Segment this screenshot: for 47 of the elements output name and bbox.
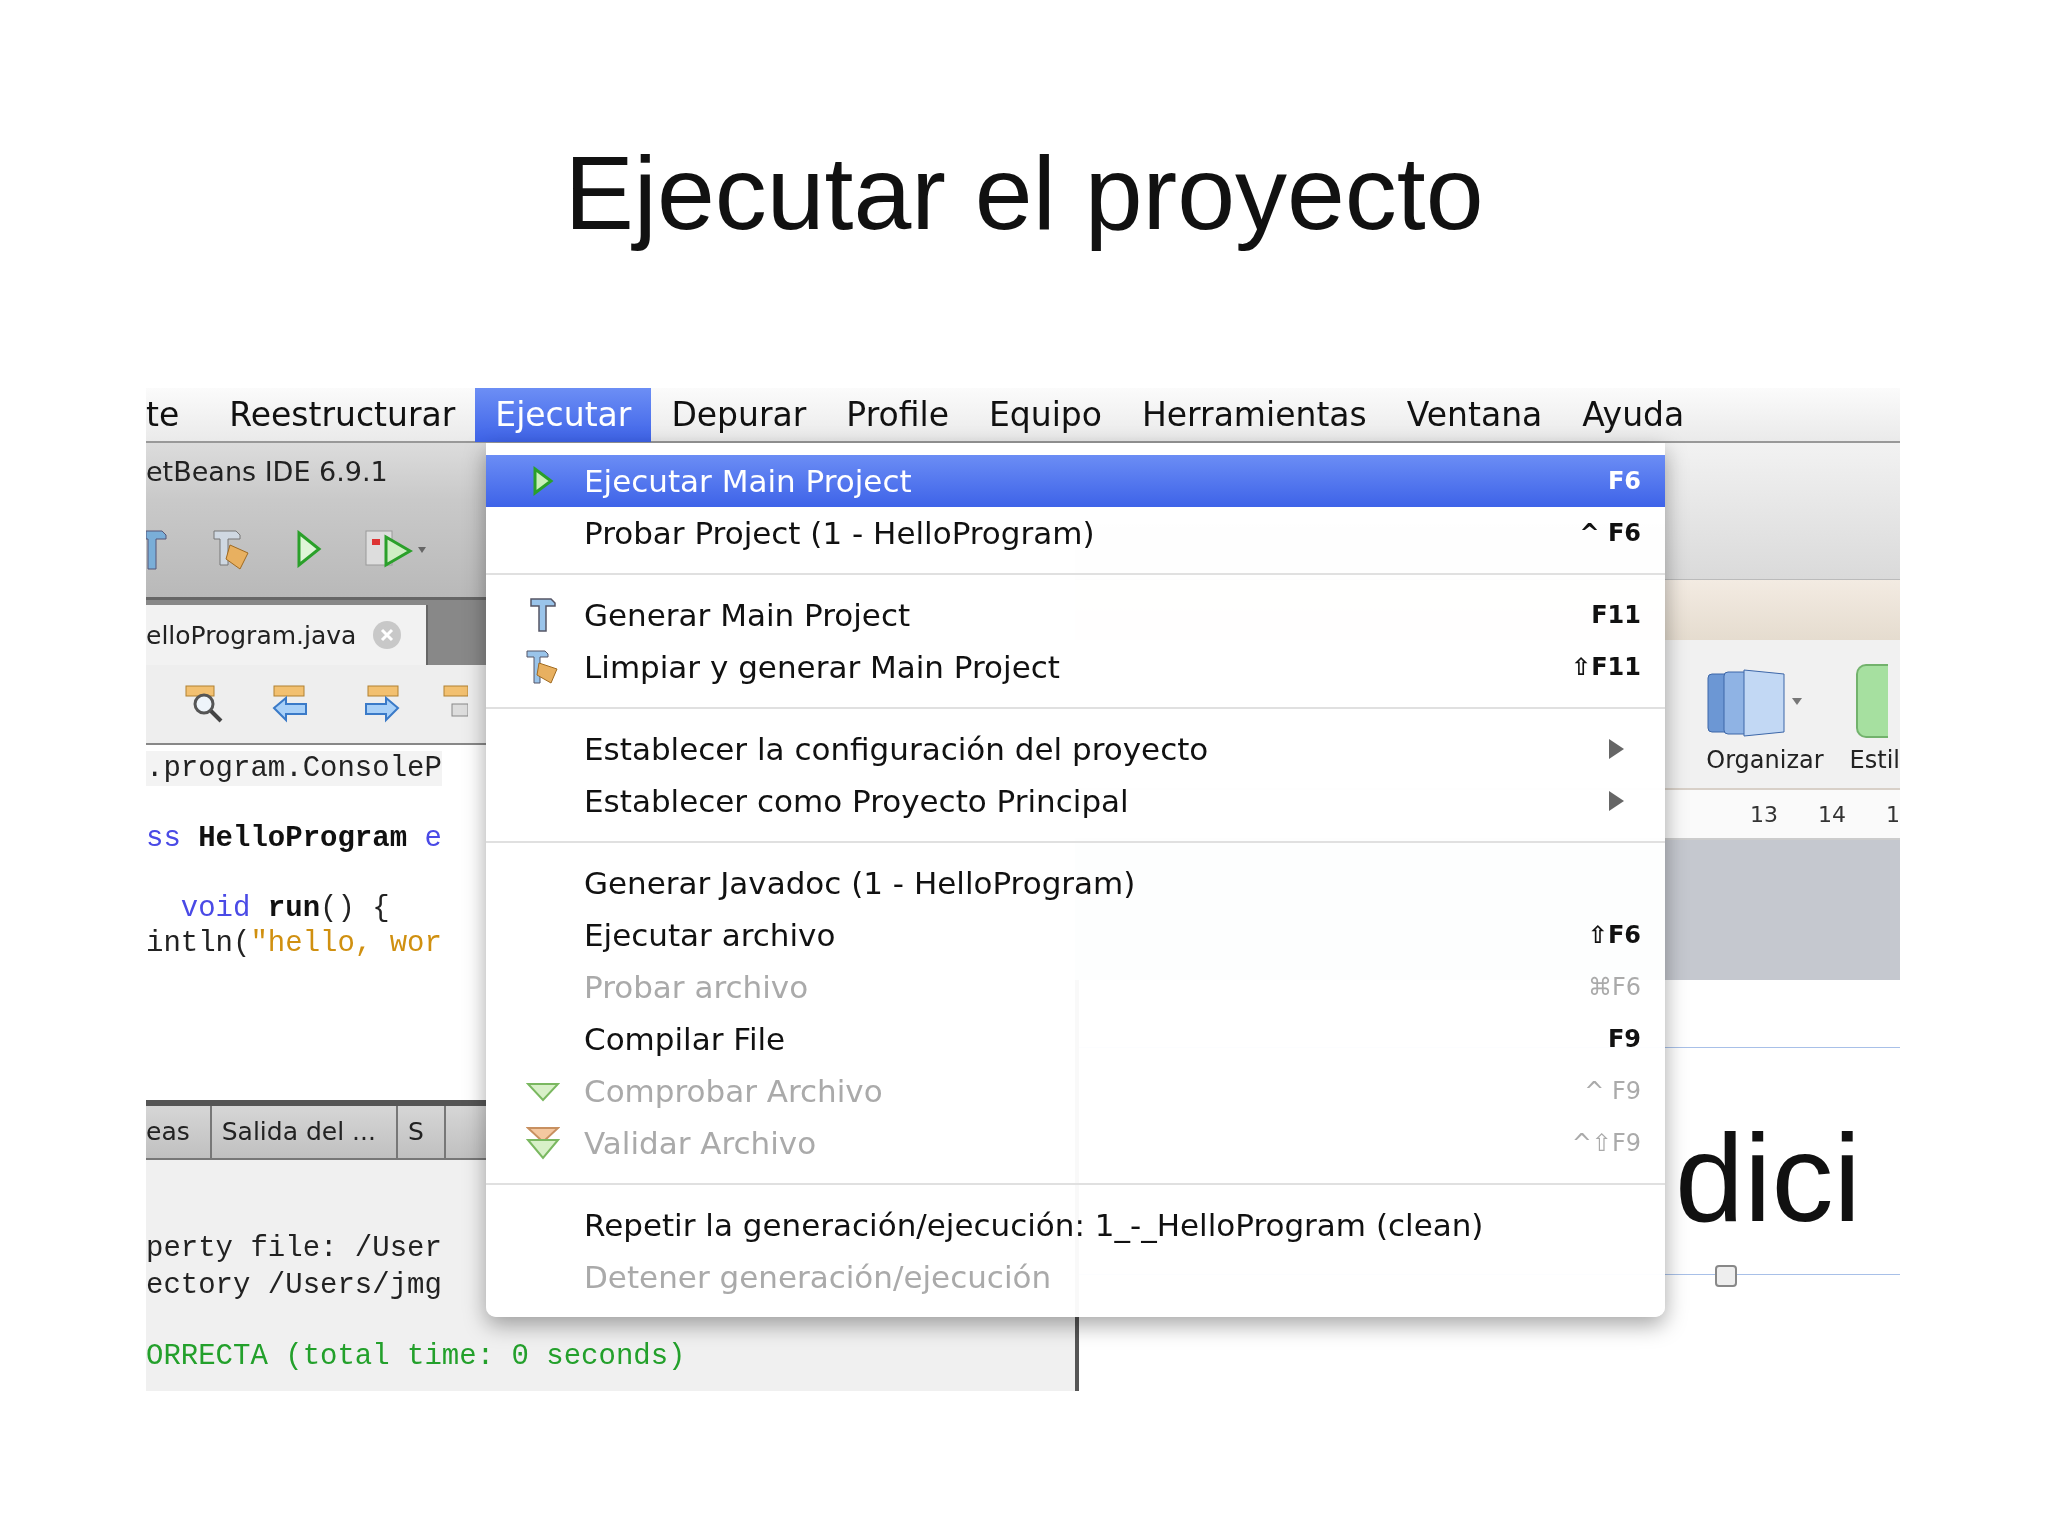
menu-item[interactable]: Establecer como Proyecto Principal	[486, 775, 1665, 827]
hammer-icon	[528, 597, 558, 633]
menu-item[interactable]: Establecer la configuración del proyecto	[486, 723, 1665, 775]
menu-bar-item[interactable]: Herramientas	[1121, 388, 1387, 442]
run-icon[interactable]	[296, 529, 322, 568]
output-line: ectory /Users/jmg	[146, 1268, 442, 1304]
broom-icon	[525, 649, 561, 685]
stacked-pages-icon[interactable]	[1706, 668, 1803, 738]
menu-item[interactable]: Compilar File F9	[486, 1013, 1665, 1065]
menu-item[interactable]: Probar Project (1 - HelloProgram) ^ F6	[486, 507, 1665, 559]
ribbon-label[interactable]: Estil	[1849, 746, 1900, 774]
menu-bar-item[interactable]: te	[146, 388, 210, 442]
menu-item[interactable]: Ejecutar archivo ⇧F6	[486, 909, 1665, 961]
slider-handle[interactable]	[1715, 1265, 1737, 1287]
ruler-number: 13	[1750, 801, 1778, 827]
slide-title: Ejecutar el proyecto	[564, 134, 1484, 253]
menu-bar-item[interactable]: Reestructurar	[209, 388, 476, 442]
ruler-number: 14	[1818, 801, 1846, 827]
editor-tab[interactable]: elloProgram.java	[146, 605, 428, 665]
close-icon[interactable]	[372, 620, 403, 650]
window-title: etBeans IDE 6.9.1	[146, 456, 388, 487]
menu-bar-item[interactable]: Profile	[826, 388, 969, 442]
ribbon-label[interactable]: Organizar	[1706, 746, 1824, 774]
menu-item[interactable]: Ejecutar Main Project F6	[486, 455, 1665, 507]
triangle-icon	[526, 1080, 560, 1102]
menu-item[interactable]: Repetir la generación/ejecución: 1_-_HelloProgram (clean)	[486, 1199, 1665, 1251]
style-swatch[interactable]	[1855, 664, 1888, 738]
menu-bar-item[interactable]: Equipo	[968, 388, 1122, 442]
output-tab[interactable]: eas	[146, 1106, 212, 1158]
menu-item[interactable]: Generar Javadoc (1 - HelloProgram)	[486, 857, 1665, 909]
play-icon	[532, 466, 554, 496]
menu-bar-item[interactable]: Ayuda	[1562, 388, 1705, 442]
menu-item[interactable]: Generar Main Project F11	[486, 589, 1665, 641]
output-line: perty file: /User	[146, 1231, 442, 1267]
menu-item[interactable]: Limpiar y generar Main Project ⇧F11	[486, 641, 1665, 693]
code-line: void run() {	[179, 891, 390, 926]
menu-bar-item[interactable]: Ejecutar	[475, 388, 652, 442]
menu-bar-item[interactable]: Depurar	[651, 388, 827, 442]
document-text: dici	[1674, 1108, 1863, 1248]
output-line: ORRECTA (total time: 0 seconds)	[146, 1339, 686, 1375]
code-line: intln("hello, wor	[146, 926, 442, 961]
code-line: ss HelloProgram e	[146, 821, 442, 856]
double-triangle-icon	[526, 1126, 560, 1160]
ruler-number: 1	[1886, 801, 1900, 827]
output-tab[interactable]: Salida del ...	[211, 1106, 398, 1158]
output-tab[interactable]: S	[397, 1106, 446, 1158]
menu-bar-item[interactable]: Ventana	[1386, 388, 1563, 442]
